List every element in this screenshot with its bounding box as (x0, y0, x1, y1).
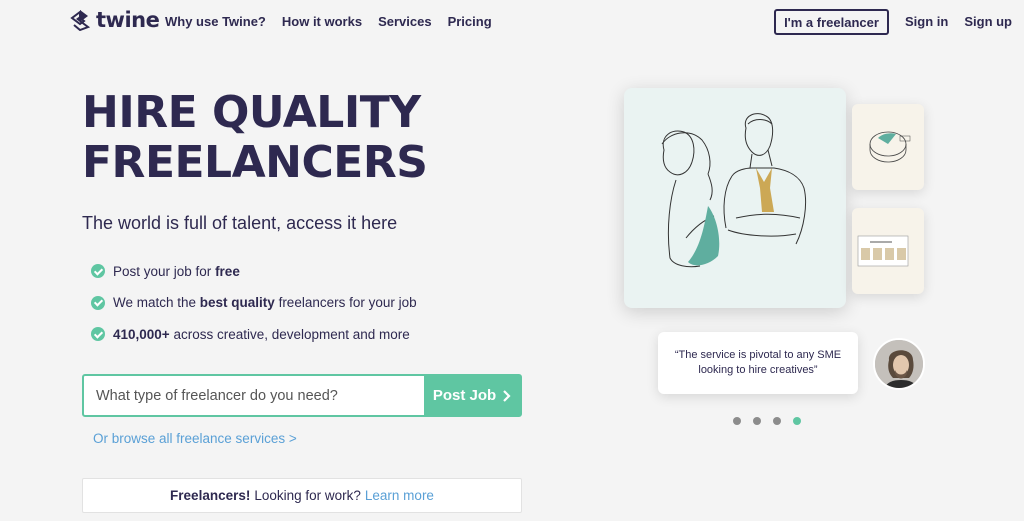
bullet-text: Post your job for free (113, 263, 240, 279)
bullet-text: We match the best quality freelancers fo… (113, 295, 417, 310)
illustration-card (624, 88, 846, 308)
post-job-label: Post Job (432, 387, 497, 404)
benefit-list: Post your job for free We match the best… (91, 261, 417, 356)
hero-headline: HIRE QUALITY FREELANCERS (82, 87, 428, 188)
freelancers-illustration (661, 113, 807, 268)
auth-links: Sign in Sign up (905, 14, 1012, 29)
preview-card-webpage (852, 208, 924, 294)
check-circle-icon (91, 295, 105, 310)
top-nav: twine Why use Twine? How it works Servic… (0, 0, 1024, 44)
preview-card-chart (852, 104, 924, 190)
nav-link-services[interactable]: Services (378, 14, 432, 29)
person-portrait-icon (875, 340, 923, 388)
post-job-button[interactable]: Post Job (424, 376, 520, 415)
sign-in-link[interactable]: Sign in (905, 14, 948, 29)
list-item: Post your job for free (91, 261, 417, 281)
freelancer-type-input[interactable] (84, 376, 424, 415)
nav-link-pricing[interactable]: Pricing (448, 14, 492, 29)
banner-text: Looking for work? (254, 488, 361, 503)
headline-line-1: HIRE QUALITY (82, 87, 421, 138)
freelancer-search-form: Post Job (82, 374, 522, 417)
browse-services-link[interactable]: Or browse all freelance services > (93, 431, 297, 446)
carousel-dot[interactable] (753, 417, 761, 425)
pie-chart-thumbnail (869, 131, 911, 163)
carousel-dot-active[interactable] (793, 417, 801, 425)
avatar (873, 338, 925, 390)
nav-link-how-it-works[interactable]: How it works (282, 14, 362, 29)
im-a-freelancer-button[interactable]: I'm a freelancer (774, 9, 889, 35)
webpage-thumbnail (857, 235, 909, 267)
check-circle-icon (91, 327, 105, 341)
nav-link-why-use-twine[interactable]: Why use Twine? (165, 14, 266, 29)
learn-more-link[interactable]: Learn more (365, 488, 434, 503)
chevron-right-icon (503, 389, 511, 402)
twine-logo-icon (70, 10, 90, 31)
sign-up-link[interactable]: Sign up (964, 14, 1012, 29)
carousel-dot[interactable] (773, 417, 781, 425)
bullet-text: 410,000+ across creative, development an… (113, 326, 410, 342)
logo[interactable]: twine (70, 8, 160, 32)
carousel-dot[interactable] (733, 417, 741, 425)
list-item: 410,000+ across creative, development an… (91, 324, 417, 344)
nav-links: Why use Twine? How it works Services Pri… (165, 14, 492, 29)
check-circle-icon (91, 264, 105, 278)
list-item: We match the best quality freelancers fo… (91, 293, 417, 313)
logo-text: twine (96, 8, 160, 32)
freelancer-banner: Freelancers! Looking for work? Learn mor… (82, 478, 522, 513)
banner-bold-text: Freelancers! (170, 488, 251, 503)
carousel-dots (733, 417, 801, 425)
testimonial-quote: “The service is pivotal to any SME looki… (658, 332, 858, 394)
headline-line-2: FREELANCERS (82, 137, 428, 188)
hero-subhead: The world is full of talent, access it h… (82, 213, 398, 233)
